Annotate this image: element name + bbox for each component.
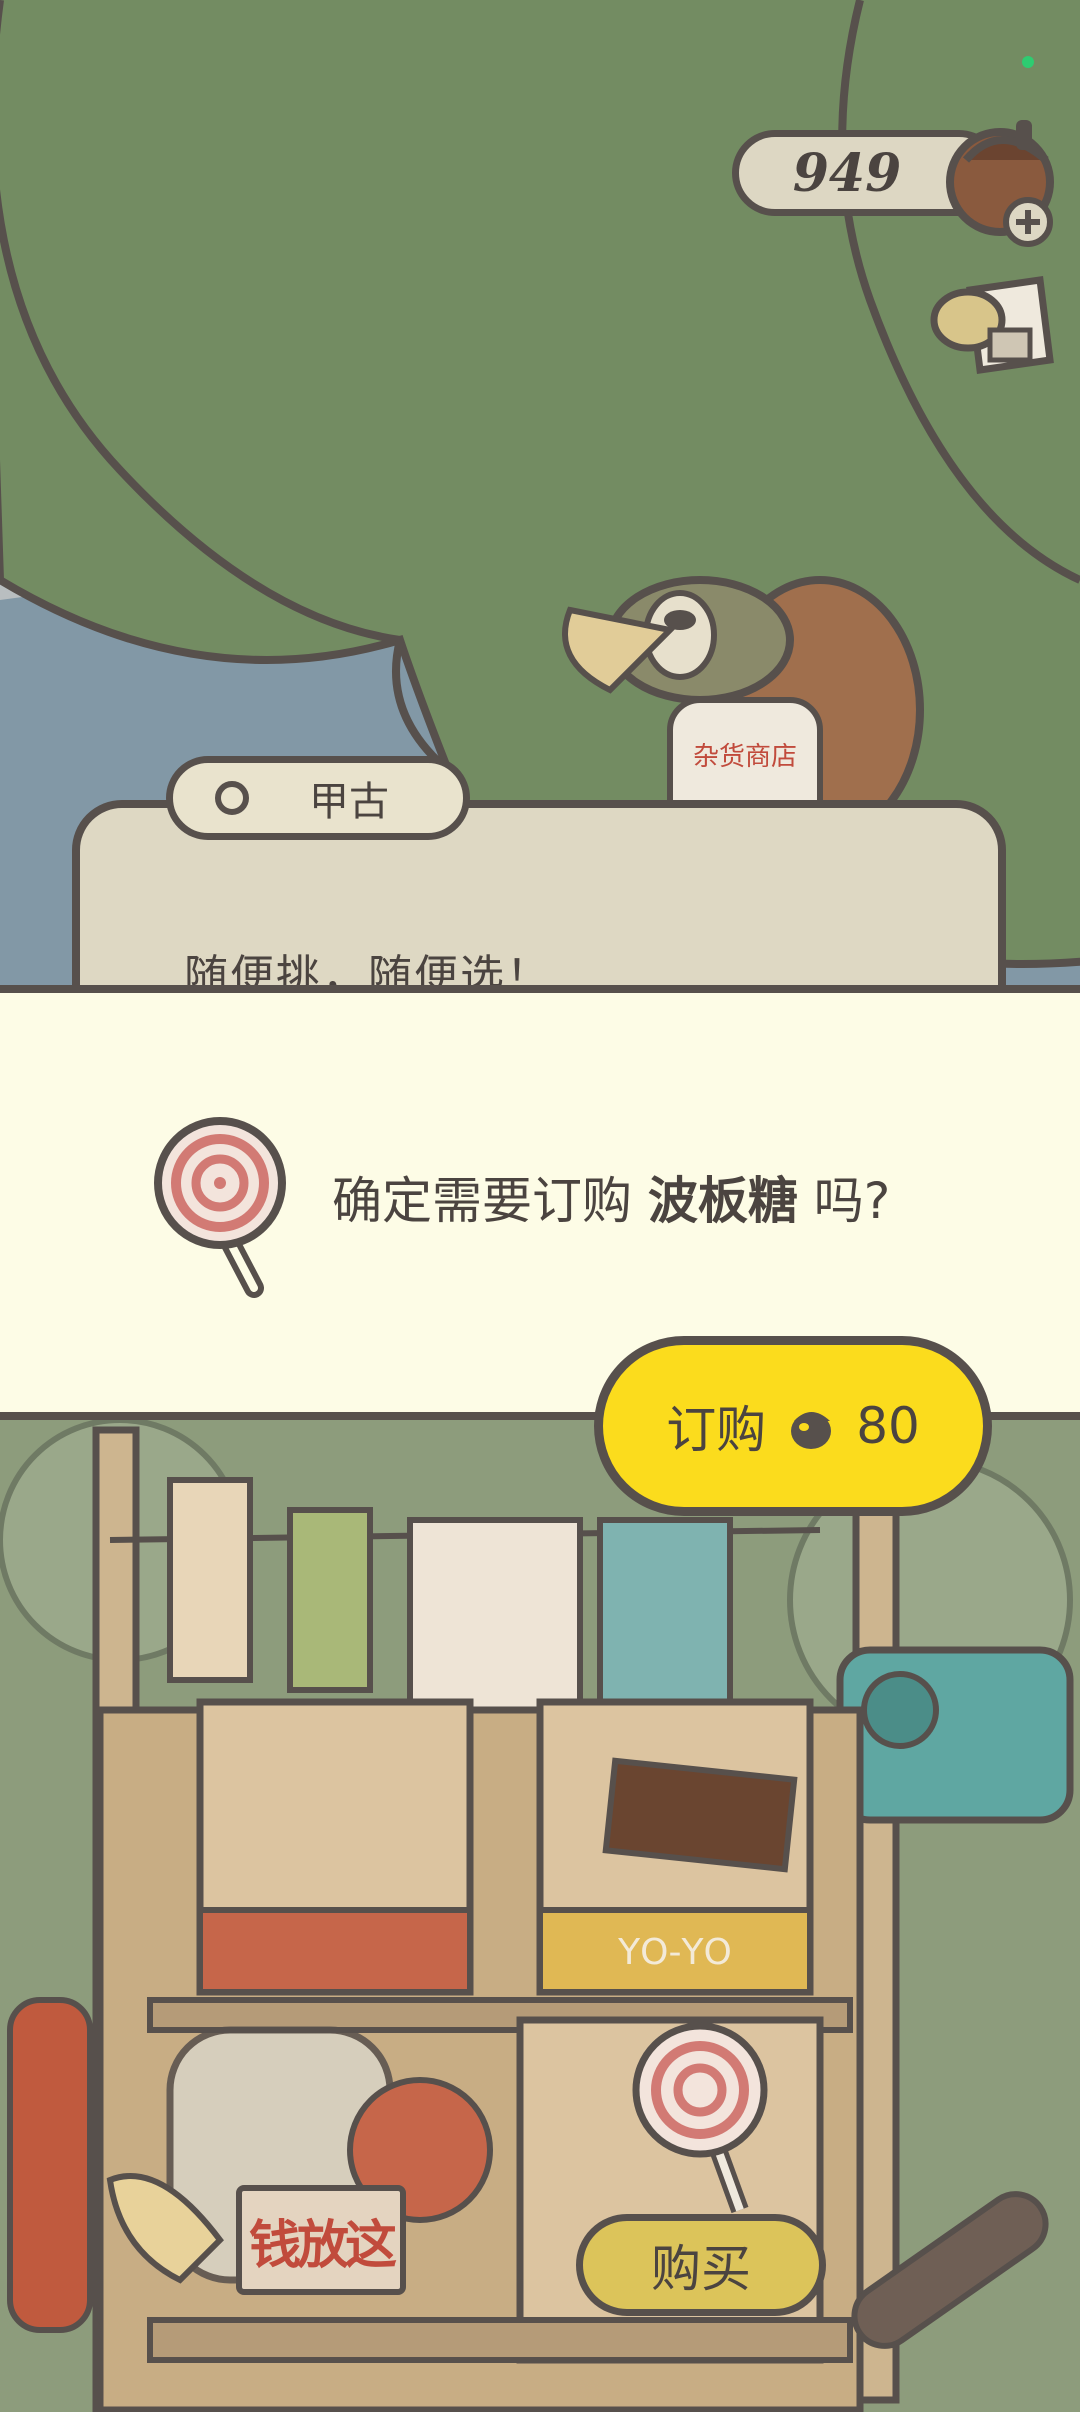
box-label: ΥΟ-ΥΟ — [617, 1932, 732, 1973]
buy-button[interactable]: 购买 — [576, 2214, 826, 2316]
buy-label: 购买 — [651, 2240, 751, 2298]
confirm-message: 确定需要订购 波板糖 吗? — [332, 1161, 890, 1233]
npc-name: 甲古 — [309, 779, 389, 825]
confirm-item-name: 波板糖 — [647, 1172, 798, 1230]
acorn-icon — [791, 1412, 832, 1449]
top-scene: 杂货商店 949 随便挑，随便选！ 甲古 — [0, 0, 1080, 985]
order-price: 80 — [856, 1397, 920, 1455]
apron-text: 杂货商店 — [693, 742, 797, 772]
order-label: 订购 — [666, 1401, 767, 1459]
money-sign: 钱放这 — [236, 2185, 406, 2295]
sign-text: 钱放这 — [248, 2215, 397, 2276]
order-button[interactable]: 订购 80 — [594, 1336, 992, 1516]
shop-stall-scene: ΥΟ-ΥΟ — [0, 1420, 1080, 2412]
confirm-prefix: 确定需要订购 — [332, 1172, 648, 1230]
npc-nameplate: 甲古 — [166, 756, 470, 840]
npc-speech-text: 随便挑，随便选！ — [184, 951, 552, 985]
status-dot — [1022, 56, 1034, 68]
coin-count: 949 — [792, 142, 902, 204]
mushroom-icon[interactable] — [930, 270, 1060, 390]
stall-illustration: ΥΟ-ΥΟ — [0, 1420, 1080, 2412]
nameplate-dot-icon — [215, 781, 249, 815]
turtle-shopkeeper: 杂货商店 — [562, 576, 924, 840]
confirm-suffix: 吗? — [797, 1172, 891, 1230]
acorn-add-icon[interactable] — [946, 110, 1066, 250]
lollipop-icon — [154, 1117, 286, 1298]
